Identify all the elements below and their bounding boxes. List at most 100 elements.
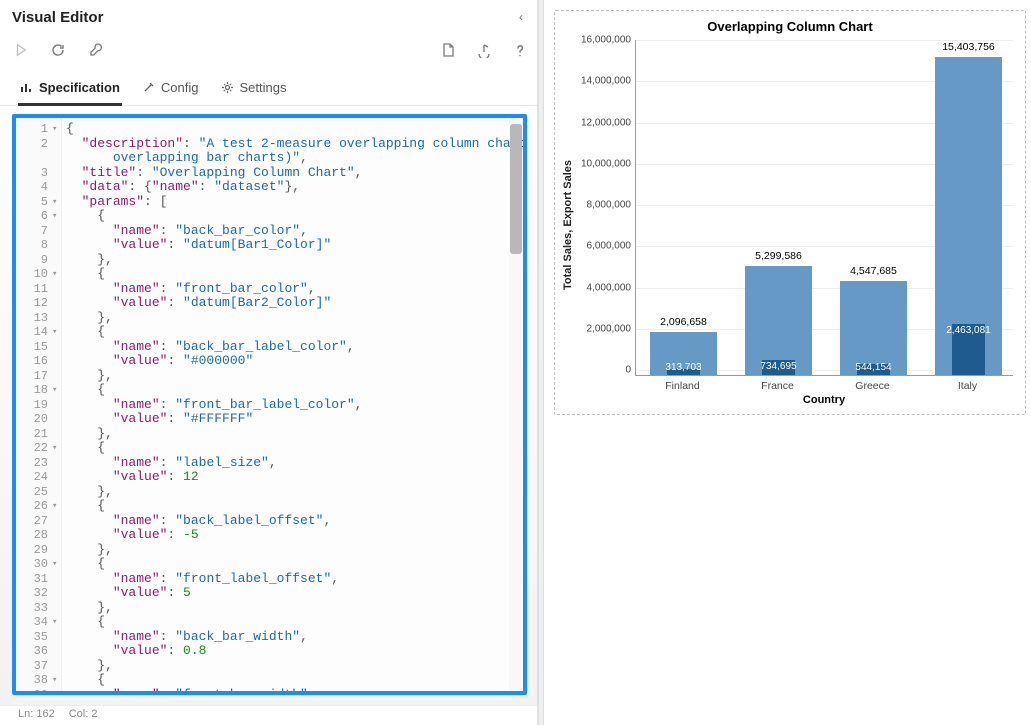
line-number (16, 151, 52, 166)
fold-toggle-icon[interactable]: ▾ (52, 441, 62, 456)
code-content: }, (62, 485, 113, 500)
fold-toggle-icon[interactable]: ▾ (52, 673, 62, 688)
line-number: 35 (16, 630, 52, 645)
status-line: Ln: 162 (18, 708, 55, 725)
code-line[interactable]: 26▾ { (16, 499, 523, 514)
code-line[interactable]: 10▾ { (16, 267, 523, 282)
fold-toggle-icon[interactable]: ▾ (52, 557, 62, 572)
code-line[interactable]: 19 "name": "front_bar_label_color", (16, 398, 523, 413)
code-line[interactable]: 2 "description": "A test 2-measure overl… (16, 137, 523, 152)
fold-toggle-icon[interactable]: ▾ (52, 499, 62, 514)
bar-value-label-back: 15,403,756 (942, 41, 995, 53)
line-number: 28 (16, 528, 52, 543)
line-number: 7 (16, 224, 52, 239)
tab-settings[interactable]: Settings (219, 76, 289, 106)
code-line[interactable]: 17 }, (16, 369, 523, 384)
line-number: 17 (16, 369, 52, 384)
code-line[interactable]: 20 "value": "#FFFFFF" (16, 412, 523, 427)
code-line[interactable]: 18▾ { (16, 383, 523, 398)
code-line[interactable]: overlapping bar charts)", (16, 151, 523, 166)
scrollbar-thumb[interactable] (510, 124, 522, 254)
tab-config[interactable]: Config (140, 76, 201, 106)
editor-scrollbar[interactable] (509, 118, 523, 691)
y-axis-tick-label: 14,000,000 (581, 76, 631, 87)
fold-toggle-icon[interactable]: ▾ (52, 195, 62, 210)
play-icon[interactable] (14, 43, 28, 57)
fold-toggle-icon (52, 470, 62, 485)
fold-toggle-icon[interactable]: ▾ (52, 122, 62, 137)
line-number: 13 (16, 311, 52, 326)
line-number: 1 (16, 122, 52, 137)
code-line[interactable]: 4 "data": {"name": "dataset"}, (16, 180, 523, 195)
code-line[interactable]: 30▾ { (16, 557, 523, 572)
code-line[interactable]: 34▾ { (16, 615, 523, 630)
fold-toggle-icon (52, 659, 62, 674)
code-line[interactable]: 35 "name": "back_bar_width", (16, 630, 523, 645)
fold-toggle-icon[interactable]: ▾ (52, 615, 62, 630)
code-line[interactable]: 14▾ { (16, 325, 523, 340)
code-line[interactable]: 13 }, (16, 311, 523, 326)
fold-toggle-icon[interactable]: ▾ (52, 325, 62, 340)
code-line[interactable]: 37 }, (16, 659, 523, 674)
code-line[interactable]: 12 "value": "datum[Bar2_Color]" (16, 296, 523, 311)
code-line[interactable]: 7 "name": "back_bar_color", (16, 224, 523, 239)
editor-panel: Visual Editor ‹ (0, 0, 538, 725)
code-line[interactable]: 1▾{ (16, 122, 523, 137)
wrench-icon[interactable] (88, 42, 104, 58)
x-axis: Country FinlandFranceGreeceItaly (635, 376, 1013, 410)
x-axis-tick-label: Italy (958, 380, 977, 392)
help-icon[interactable] (513, 43, 527, 58)
refresh-icon[interactable] (50, 42, 66, 58)
code-line[interactable]: 8 "value": "datum[Bar1_Color]" (16, 238, 523, 253)
bar-back (745, 266, 812, 375)
code-line[interactable]: 5▾ "params": [ (16, 195, 523, 210)
fold-toggle-icon[interactable]: ▾ (52, 267, 62, 282)
code-content: }, (62, 543, 113, 558)
code-editor[interactable]: 1▾{2 "description": "A test 2-measure ov… (12, 114, 527, 695)
y-axis-tick-label: 4,000,000 (587, 282, 632, 293)
code-line[interactable]: 24 "value": 12 (16, 470, 523, 485)
code-line[interactable]: 22▾ { (16, 441, 523, 456)
code-line[interactable]: 36 "value": 0.8 (16, 644, 523, 659)
code-line[interactable]: 27 "name": "back_label_offset", (16, 514, 523, 529)
code-line[interactable]: 33 }, (16, 601, 523, 616)
fold-toggle-icon (52, 166, 62, 181)
code-line[interactable]: 32 "value": 5 (16, 586, 523, 601)
code-line[interactable]: 31 "name": "front_label_offset", (16, 572, 523, 587)
code-content: { (62, 673, 105, 688)
tab-specification[interactable]: Specification (18, 76, 122, 106)
new-file-icon[interactable] (440, 42, 456, 58)
bar-value-label-back: 2,096,658 (660, 316, 707, 328)
code-line[interactable]: 29 }, (16, 543, 523, 558)
code-line[interactable]: 16 "value": "#000000" (16, 354, 523, 369)
tab-label: Specification (39, 80, 120, 95)
code-line[interactable]: 39 "name": "front_bar_width", (16, 688, 523, 692)
code-content: { (62, 615, 105, 630)
line-number: 3 (16, 166, 52, 181)
code-line[interactable]: 3 "title": "Overlapping Column Chart", (16, 166, 523, 181)
code-line[interactable]: 15 "name": "back_bar_label_color", (16, 340, 523, 355)
code-line[interactable]: 25 }, (16, 485, 523, 500)
line-number: 11 (16, 282, 52, 297)
code-line[interactable]: 23 "name": "label_size", (16, 456, 523, 471)
code-line[interactable]: 6▾ { (16, 209, 523, 224)
fold-toggle-icon[interactable]: ▾ (52, 383, 62, 398)
export-icon[interactable] (476, 42, 493, 58)
code-content: "name": "back_bar_color", (62, 224, 308, 239)
code-line[interactable]: 28 "value": -5 (16, 528, 523, 543)
line-number: 31 (16, 572, 52, 587)
code-content: "value": "datum[Bar2_Color]" (62, 296, 331, 311)
code-line[interactable]: 21 }, (16, 427, 523, 442)
fold-toggle-icon (52, 340, 62, 355)
fold-toggle-icon (52, 238, 62, 253)
preview-panel: Overlapping Column Chart Total Sales, Ex… (544, 0, 1031, 725)
collapse-panel-chevron-icon[interactable]: ‹ (515, 6, 527, 28)
code-line[interactable]: 9 }, (16, 253, 523, 268)
code-line[interactable]: 38▾ { (16, 673, 523, 688)
fold-toggle-icon (52, 296, 62, 311)
code-content: { (62, 499, 105, 514)
fold-toggle-icon[interactable]: ▾ (52, 209, 62, 224)
bar-group: 5,299,586734,695 (731, 45, 826, 375)
code-content: }, (62, 253, 113, 268)
code-line[interactable]: 11 "name": "front_bar_color", (16, 282, 523, 297)
